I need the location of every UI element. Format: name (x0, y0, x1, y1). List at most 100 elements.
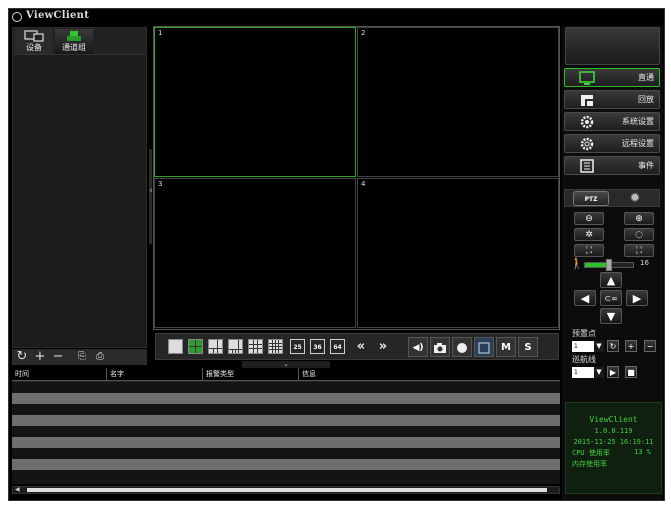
preset-label: 预置点 (572, 329, 596, 338)
layout-9-button[interactable] (248, 339, 263, 354)
ptz-up-button[interactable]: ▲ (600, 272, 622, 288)
tab-channel-group-label: 通道组 (62, 43, 86, 52)
tab-device[interactable]: 设备 (15, 29, 53, 54)
preset-refresh-icon[interactable]: ↻ (607, 340, 619, 352)
iris-close-icon[interactable]: ⛶ (574, 244, 604, 257)
cruise-stop-icon[interactable]: ■ (625, 366, 637, 378)
channel-group-icon (67, 31, 81, 41)
table-row[interactable] (12, 437, 560, 448)
alarm-table: 时间 名字 报警类型 信息 (12, 368, 560, 484)
cruise-play-icon[interactable]: ▶ (607, 366, 619, 378)
tab-channel-group[interactable]: 通道组 (55, 29, 93, 54)
layout-4-button[interactable] (188, 339, 203, 354)
next-page-button[interactable]: » (374, 338, 392, 355)
import-icon[interactable]: ⎘ (74, 350, 90, 364)
snapshot-icon[interactable] (430, 337, 450, 357)
column-header-name[interactable]: 名字 (107, 368, 203, 381)
main-stream-button[interactable]: M (496, 337, 516, 357)
app-logo-icon (12, 12, 22, 22)
device-panel: 设备 通道组 (12, 27, 147, 348)
monitor-icon (579, 71, 595, 85)
title-bar: ViewClient (9, 9, 664, 25)
right-panel: 直通 回放 系统设置 远程设置 事件 PTZ ✹ ⊖ ⊕ ✲ ◌ ⛶ ⛶ 🚶 1… (562, 26, 663, 500)
focus-near-icon[interactable]: ✲ (574, 228, 604, 241)
preset-select[interactable]: 1 (572, 341, 594, 352)
ptz-speed-slider[interactable] (584, 259, 634, 271)
table-row[interactable] (12, 426, 560, 437)
ptz-right-button[interactable]: ▶ (626, 290, 648, 306)
device-icon (24, 30, 44, 42)
gear-icon (580, 115, 594, 129)
nav-live-button[interactable]: 直通 (564, 68, 660, 87)
preset-add-icon[interactable]: + (625, 340, 637, 352)
logo-area (565, 27, 660, 65)
nav-playback-button[interactable]: 回放 (564, 90, 660, 109)
previous-page-button[interactable]: « (352, 338, 370, 355)
scrollbar-thumb[interactable] (27, 488, 547, 492)
table-row[interactable] (12, 459, 560, 470)
info-cpu-value: 13 % (634, 448, 651, 456)
preset-remove-icon[interactable]: − (644, 340, 656, 352)
nav-event-button[interactable]: 事件 (564, 156, 660, 175)
zoom-in-icon[interactable]: ⊕ (624, 212, 654, 225)
layout-25-button[interactable]: 25 (290, 339, 305, 354)
export-icon[interactable]: ⎙ (92, 350, 108, 364)
preset-dropdown-icon[interactable]: ▼ (594, 341, 604, 352)
audio-icon[interactable]: ◀) (408, 337, 428, 357)
nav-remote-settings-button[interactable]: 远程设置 (564, 134, 660, 153)
ptz-auto-button[interactable]: ⊂∞ (600, 290, 622, 306)
nav-label: 回放 (638, 95, 654, 104)
cruise-select[interactable]: 1 (572, 367, 594, 378)
cruise-label: 巡航线 (572, 355, 596, 364)
column-header-info[interactable]: 信息 (299, 368, 560, 381)
table-row[interactable] (12, 382, 560, 393)
split-handle[interactable]: ⌄ (242, 361, 330, 368)
remove-icon[interactable]: − (50, 350, 66, 364)
layout-36-button[interactable]: 36 (310, 339, 325, 354)
fullscreen-icon[interactable] (474, 337, 494, 357)
cruise-dropdown-icon[interactable]: ▼ (594, 367, 604, 378)
nav-label: 系统设置 (622, 117, 654, 126)
layout-16-button[interactable] (268, 339, 283, 354)
table-row[interactable] (12, 448, 560, 459)
scroll-left-icon[interactable]: ◀ (15, 486, 20, 493)
focus-far-icon[interactable]: ◌ (624, 228, 654, 241)
record-icon[interactable] (452, 337, 472, 357)
layout-8-button[interactable] (228, 339, 243, 354)
device-panel-tabs: 设备 通道组 (13, 28, 146, 55)
horizontal-scrollbar[interactable]: ◀ (12, 486, 560, 494)
light-icon[interactable]: ✹ (625, 191, 645, 206)
table-row[interactable] (12, 393, 560, 404)
table-row[interactable] (12, 415, 560, 426)
column-header-alarm-type[interactable]: 报警类型 (203, 368, 299, 381)
sub-stream-button[interactable]: S (518, 337, 538, 357)
layout-6-button[interactable] (208, 339, 223, 354)
window-title: ViewClient (26, 10, 90, 21)
layout-64-button[interactable]: 64 (330, 339, 345, 354)
ptz-down-button[interactable]: ▼ (600, 308, 622, 324)
table-row[interactable] (12, 404, 560, 415)
add-icon[interactable]: + (32, 350, 48, 364)
info-version: 1.0.0.119 (594, 427, 633, 435)
nav-label: 远程设置 (622, 139, 654, 148)
nav-label: 事件 (638, 161, 654, 170)
ptz-left-button[interactable]: ◀ (574, 290, 596, 306)
refresh-icon[interactable]: ↻ (14, 350, 30, 364)
playback-icon (581, 95, 593, 106)
zoom-out-icon[interactable]: ⊖ (574, 212, 604, 225)
status-info-box: ViewClient 1.0.0.119 2015-11-25 16:19:11… (565, 402, 662, 494)
video-cell-number: 4 (361, 180, 366, 188)
video-cell-3[interactable]: 3 (154, 178, 356, 328)
video-cell-1[interactable]: 1 (154, 27, 356, 177)
video-cell-2[interactable]: 2 (357, 27, 559, 177)
speed-knob[interactable] (606, 259, 612, 271)
iris-open-icon[interactable]: ⛶ (624, 244, 654, 257)
table-row[interactable] (12, 470, 560, 484)
tab-ptz[interactable]: PTZ (573, 191, 609, 206)
speed-value: 16 (640, 259, 649, 267)
column-header-time[interactable]: 时间 (12, 368, 107, 381)
ptz-tabs: PTZ ✹ (564, 189, 660, 207)
video-cell-4[interactable]: 4 (357, 178, 559, 328)
layout-1-button[interactable] (168, 339, 183, 354)
nav-system-settings-button[interactable]: 系统设置 (564, 112, 660, 131)
